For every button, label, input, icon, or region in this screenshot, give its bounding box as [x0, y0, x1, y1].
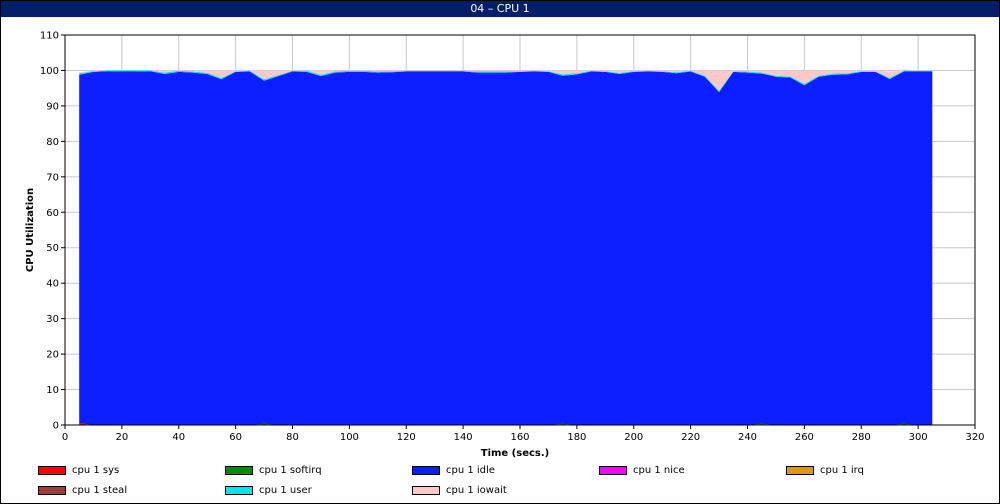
legend-item: cpu 1 user	[225, 484, 312, 498]
x-tick-label: 20	[116, 432, 129, 443]
x-tick-label: 0	[62, 432, 68, 443]
x-tick-label: 140	[454, 432, 473, 443]
legend-swatch	[599, 465, 627, 475]
x-tick-label: 220	[681, 432, 700, 443]
series-area-cpu-1-idle	[79, 71, 933, 425]
chart-legend: cpu 1 sys cpu 1 softirq cpu 1 idle cpu 1 ni…	[0, 462, 1000, 502]
y-tick-label: 10	[46, 385, 59, 396]
y-axis-label: CPU Utilization	[25, 188, 36, 272]
x-tick-label: 300	[909, 432, 928, 443]
y-tick-label: 60	[46, 208, 59, 219]
x-tick-label: 240	[738, 432, 757, 443]
x-tick-label: 260	[795, 432, 814, 443]
y-tick-label: 50	[46, 243, 59, 254]
legend-swatch	[412, 485, 440, 495]
x-tick-label: 80	[286, 432, 299, 443]
legend-swatch	[412, 465, 440, 475]
legend-item: cpu 1 softirq	[225, 464, 322, 478]
legend-label: cpu 1 steal	[72, 485, 128, 496]
x-tick-label: 200	[624, 432, 643, 443]
legend-swatch	[38, 465, 66, 475]
x-tick-label: 180	[567, 432, 586, 443]
legend-item: cpu 1 idle	[412, 464, 495, 478]
legend-label: cpu 1 softirq	[259, 465, 322, 476]
y-tick-label: 0	[53, 421, 59, 432]
y-tick-label: 110	[40, 31, 59, 42]
x-tick-label: 40	[172, 432, 185, 443]
legend-item: cpu 1 irq	[786, 464, 864, 478]
legend-item: cpu 1 iowait	[412, 484, 507, 498]
y-tick-label: 90	[46, 101, 59, 112]
legend-label: cpu 1 irq	[820, 465, 864, 476]
legend-label: cpu 1 idle	[446, 465, 495, 476]
legend-item: cpu 1 nice	[599, 464, 685, 478]
x-tick-label: 60	[229, 432, 242, 443]
legend-swatch	[225, 485, 253, 495]
legend-swatch	[786, 465, 814, 475]
x-tick-label: 100	[340, 432, 359, 443]
cpu-utilization-chart: 0 20 40 60 80 100 120 140 160 180 200 220 240 260 280 3…	[25, 31, 985, 460]
x-tick-label: 320	[965, 432, 984, 443]
y-tick-label: 30	[46, 314, 59, 325]
legend-label: cpu 1 iowait	[446, 485, 507, 496]
y-tick-label: 100	[40, 66, 59, 77]
legend-item: cpu 1 steal	[38, 484, 127, 498]
y-tick-label: 80	[46, 137, 59, 148]
legend-item: cpu 1 sys	[38, 464, 119, 478]
x-tick-label: 120	[397, 432, 416, 443]
legend-label: cpu 1 nice	[633, 465, 685, 476]
x-tick-label: 160	[510, 432, 529, 443]
legend-label: cpu 1 sys	[72, 465, 120, 476]
legend-swatch	[38, 485, 66, 495]
y-tick-label: 20	[46, 350, 59, 361]
x-tick-label: 280	[852, 432, 871, 443]
legend-swatch	[225, 465, 253, 475]
y-tick-label: 40	[46, 279, 59, 290]
legend-label: cpu 1 user	[259, 485, 312, 496]
x-axis-label: Time (secs.)	[481, 448, 550, 459]
y-tick-label: 70	[46, 172, 59, 183]
